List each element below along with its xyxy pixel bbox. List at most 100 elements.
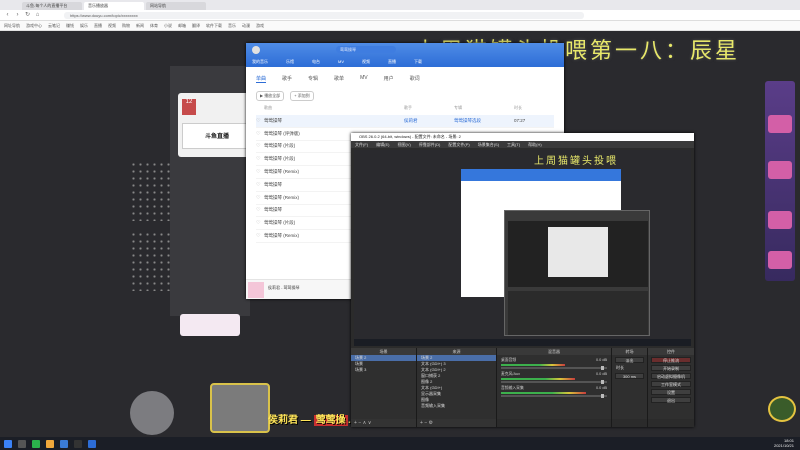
control-button[interactable]: 工作室模式 <box>651 381 691 387</box>
bookmark-link[interactable]: 软件下载 <box>206 23 222 29</box>
play-all-button[interactable]: ▶ 播放全部 <box>256 91 285 101</box>
song-row[interactable]: ♡ 莺莺操琴 侯莉君 莺莺操琴选段 07:27 <box>256 115 554 128</box>
volume-slider[interactable] <box>501 366 607 370</box>
control-button[interactable]: 启动虚拟摄像机 <box>651 373 691 379</box>
music-nav-item[interactable]: MV <box>338 59 344 64</box>
volume-slider[interactable] <box>501 380 607 384</box>
music-tab[interactable]: 专辑 <box>308 75 318 83</box>
add-icon[interactable]: + <box>420 420 423 426</box>
bookmark-link[interactable]: 动漫 <box>242 23 250 29</box>
music-nav-item[interactable]: 视频 <box>362 59 370 65</box>
obs-menu-item[interactable]: 配置文件(P) <box>448 141 469 148</box>
add-to-button[interactable]: + 添加到 <box>290 91 314 101</box>
obs-preview[interactable]: 上周猫罐头投喂 <box>354 150 691 346</box>
browser-tab-active[interactable]: 音乐播放器 <box>84 2 144 10</box>
music-icon[interactable] <box>88 439 96 448</box>
obs-icon[interactable] <box>74 439 82 448</box>
browser-tab[interactable]: 网站导航 <box>146 2 206 10</box>
heart-icon[interactable]: ♡ <box>256 156 264 162</box>
bookmark-link[interactable]: 游戏 <box>256 23 264 29</box>
search-icon[interactable] <box>18 439 26 448</box>
bookmark-link[interactable]: 新闻 <box>136 23 144 29</box>
heart-icon[interactable]: ♡ <box>256 220 264 226</box>
down-icon[interactable]: ∨ <box>368 420 372 426</box>
heart-icon[interactable]: ♡ <box>256 131 264 137</box>
music-tab[interactable]: 歌单 <box>334 75 344 83</box>
obs-menu-item[interactable]: 视图(V) <box>397 141 410 148</box>
control-button[interactable]: 停止推流 <box>651 357 691 363</box>
gift-item[interactable] <box>768 251 792 269</box>
bookmark-link[interactable]: 体育 <box>150 23 158 29</box>
music-tab[interactable]: 单曲 <box>256 75 267 83</box>
heart-icon[interactable]: ♡ <box>256 195 264 201</box>
obs-menu-item[interactable]: 场景集合(S) <box>478 141 499 148</box>
browser-tab[interactable]: 斗鱼-每个人的直播平台 <box>22 2 82 10</box>
wechat-icon[interactable] <box>32 439 40 448</box>
slider-knob[interactable] <box>600 366 604 370</box>
heart-icon[interactable]: ♡ <box>256 118 264 124</box>
gift-item[interactable] <box>768 161 792 179</box>
music-nav-item[interactable]: 电台 <box>312 59 320 65</box>
music-nav-item[interactable]: 下载 <box>414 59 422 65</box>
music-search-input[interactable]: 莺莺操琴 <box>336 46 396 53</box>
album-cover[interactable] <box>248 282 264 298</box>
add-icon[interactable]: + <box>354 420 357 426</box>
control-button[interactable]: 退出 <box>651 397 691 403</box>
scene-item[interactable]: 场景 3 <box>351 367 416 373</box>
slider-knob[interactable] <box>600 394 604 398</box>
transition-select[interactable]: 淡出 <box>615 357 644 363</box>
obs-menu-item[interactable]: 文件(F) <box>355 141 368 148</box>
remove-icon[interactable]: − <box>358 420 361 426</box>
heart-icon[interactable]: ♡ <box>256 207 264 213</box>
back-button[interactable]: ‹ <box>4 12 11 19</box>
bookmark-link[interactable]: 娱乐 <box>80 23 88 29</box>
gift-item[interactable] <box>768 211 792 229</box>
control-button[interactable]: 开始录制 <box>651 365 691 371</box>
start-icon[interactable] <box>4 439 12 448</box>
forward-button[interactable]: › <box>14 12 21 19</box>
heart-icon[interactable]: ♡ <box>256 233 264 239</box>
bookmark-link[interactable]: 邮箱 <box>178 23 186 29</box>
music-nav-item[interactable]: 直播 <box>388 59 396 65</box>
folder-icon[interactable] <box>46 439 54 448</box>
avatar[interactable] <box>252 46 260 54</box>
music-nav-item[interactable]: 乐馆 <box>286 59 294 65</box>
col-album: 专辑 <box>454 105 462 110</box>
control-button[interactable]: 设置 <box>651 389 691 395</box>
volume-slider[interactable] <box>501 394 607 398</box>
obs-menu-item[interactable]: 停靠部件(D) <box>419 141 441 148</box>
obs-menu-item[interactable]: 编辑(E) <box>376 141 389 148</box>
music-tab[interactable]: 用户 <box>384 75 394 83</box>
duration-input[interactable]: 300 ms <box>615 373 644 379</box>
up-icon[interactable]: ∧ <box>363 420 367 426</box>
obs-menu-item[interactable]: 工具(T) <box>507 141 520 148</box>
remove-icon[interactable]: − <box>424 420 427 426</box>
bookmark-link[interactable]: 视频 <box>108 23 116 29</box>
music-tab[interactable]: 歌词 <box>410 75 420 83</box>
bookmark-link[interactable]: 赚钱 <box>66 23 74 29</box>
browser-icon[interactable] <box>60 439 68 448</box>
heart-icon[interactable]: ♡ <box>256 169 264 175</box>
gift-item[interactable] <box>768 115 792 133</box>
bookmark-link[interactable]: 游戏中心 <box>26 23 42 29</box>
url-input[interactable]: https://www.douyu.com/topic/xxxxxxxx <box>64 12 584 19</box>
music-tab[interactable]: 歌手 <box>282 75 292 83</box>
source-item[interactable]: 音频输入采集 <box>417 403 496 409</box>
slider-knob[interactable] <box>600 380 604 384</box>
bookmark-link[interactable]: 小说 <box>164 23 172 29</box>
bookmark-link[interactable]: 音乐 <box>228 23 236 29</box>
bookmark-link[interactable]: 云笔记 <box>48 23 60 29</box>
bookmark-link[interactable]: 翻译 <box>192 23 200 29</box>
obs-menu-item[interactable]: 帮助(H) <box>528 141 542 148</box>
heart-icon[interactable]: ♡ <box>256 182 264 188</box>
home-button[interactable]: ⌂ <box>34 12 41 19</box>
music-tab[interactable]: MV <box>360 75 368 83</box>
bookmark-link[interactable]: 直播 <box>94 23 102 29</box>
pie-decor <box>130 391 174 435</box>
bookmark-link[interactable]: 购物 <box>122 23 130 29</box>
refresh-button[interactable]: ↻ <box>24 12 31 19</box>
music-nav-item[interactable]: 我的音乐 <box>252 59 268 65</box>
bookmark-link[interactable]: 网址导航 <box>4 23 20 29</box>
gear-icon[interactable]: ⚙ <box>429 420 433 426</box>
heart-icon[interactable]: ♡ <box>256 143 264 149</box>
